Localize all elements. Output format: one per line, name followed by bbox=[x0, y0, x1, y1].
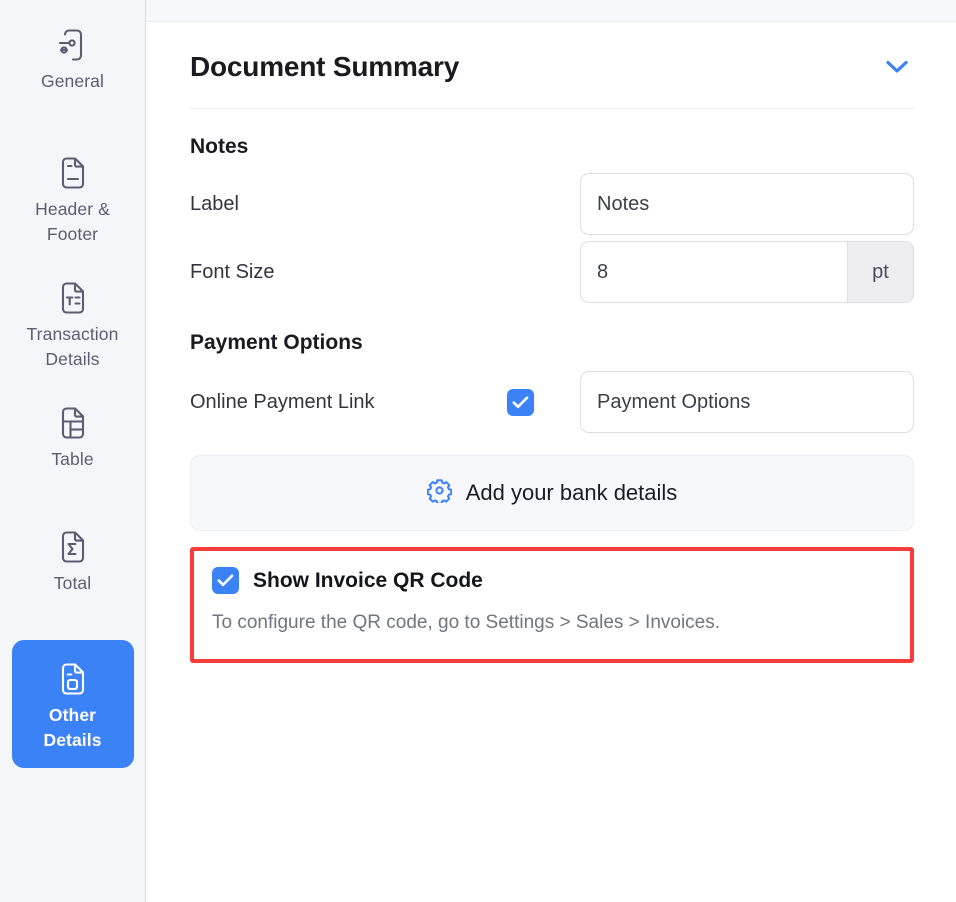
payment-section-title: Payment Options bbox=[190, 331, 363, 354]
sidebar-item-label: Header & Footer bbox=[35, 199, 110, 244]
notes-font-size-unit: pt bbox=[847, 242, 913, 302]
notes-font-size-caption: Font Size bbox=[190, 260, 275, 283]
sidebar-item-general[interactable]: General bbox=[12, 18, 134, 110]
top-strip bbox=[146, 0, 956, 22]
document-text-fields-icon bbox=[56, 281, 90, 315]
sidebar-item-label: Transaction Details bbox=[26, 324, 119, 369]
document-qr-icon bbox=[56, 662, 90, 696]
sidebar-item-label: Table bbox=[51, 449, 94, 469]
sidebar-item-label: General bbox=[41, 71, 104, 91]
show-invoice-qr-description: To configure the QR code, go to Settings… bbox=[212, 612, 721, 633]
show-invoice-qr-checkbox[interactable] bbox=[212, 567, 239, 594]
document-lines-icon bbox=[56, 156, 90, 190]
sidebar-item-other-details[interactable]: Other Details bbox=[11, 640, 134, 768]
header-divider bbox=[190, 108, 914, 109]
document-settings-icon bbox=[56, 28, 90, 62]
notes-font-size-stepper[interactable]: 8 pt bbox=[580, 241, 914, 303]
notes-section-title: Notes bbox=[190, 135, 249, 158]
notes-label-input-value: Notes bbox=[597, 192, 650, 215]
chevron-down-icon[interactable] bbox=[880, 50, 914, 84]
online-payment-link-checkbox[interactable] bbox=[507, 388, 534, 416]
sidebar-item-header-footer[interactable]: Header & Footer bbox=[12, 146, 134, 247]
sidebar-item-label: Other Details bbox=[43, 705, 102, 750]
online-payment-link-caption: Online Payment Link bbox=[190, 390, 375, 413]
sidebar-item-label: Total bbox=[53, 573, 92, 593]
show-invoice-qr-label: Show Invoice QR Code bbox=[253, 568, 483, 592]
online-payment-link-value: Payment Options bbox=[597, 390, 751, 413]
sidebar-item-table[interactable]: Table bbox=[12, 396, 134, 488]
notes-label-input[interactable]: Notes bbox=[580, 173, 914, 235]
show-invoice-qr-highlight: Show Invoice QR Code To configure the QR… bbox=[190, 547, 914, 663]
check-icon bbox=[512, 396, 529, 408]
add-bank-details-label: Add your bank details bbox=[465, 480, 678, 505]
show-invoice-qr-row: Show Invoice QR Code bbox=[212, 567, 892, 594]
panel-header: Document Summary bbox=[190, 22, 914, 108]
notes-label-caption: Label bbox=[190, 192, 239, 215]
page-title: Document Summary bbox=[190, 51, 460, 82]
document-sigma-icon bbox=[56, 530, 90, 564]
notes-font-size-row: Font Size 8 pt bbox=[190, 241, 914, 303]
settings-page: General Header & Footer Transaction Deta… bbox=[0, 0, 956, 902]
sidebar-item-total[interactable]: Total bbox=[12, 520, 134, 612]
settings-panel: Document Summary Notes Label Notes Font … bbox=[146, 22, 956, 663]
notes-label-row: Label Notes bbox=[190, 173, 914, 235]
add-bank-details-button[interactable]: Add your bank details bbox=[190, 455, 914, 531]
check-icon bbox=[217, 574, 234, 587]
notes-font-size-input[interactable]: 8 bbox=[581, 242, 847, 302]
document-table-icon bbox=[56, 406, 90, 440]
online-payment-link-input[interactable]: Payment Options bbox=[580, 371, 914, 433]
main-content: Document Summary Notes Label Notes Font … bbox=[146, 0, 956, 902]
gear-icon bbox=[426, 478, 452, 508]
sidebar-item-transaction-details[interactable]: Transaction Details bbox=[12, 271, 134, 372]
notes-font-size-value: 8 bbox=[597, 260, 609, 283]
online-payment-link-row: Online Payment Link Payment Options bbox=[190, 371, 914, 433]
sidebar-nav: General Header & Footer Transaction Deta… bbox=[0, 0, 146, 902]
